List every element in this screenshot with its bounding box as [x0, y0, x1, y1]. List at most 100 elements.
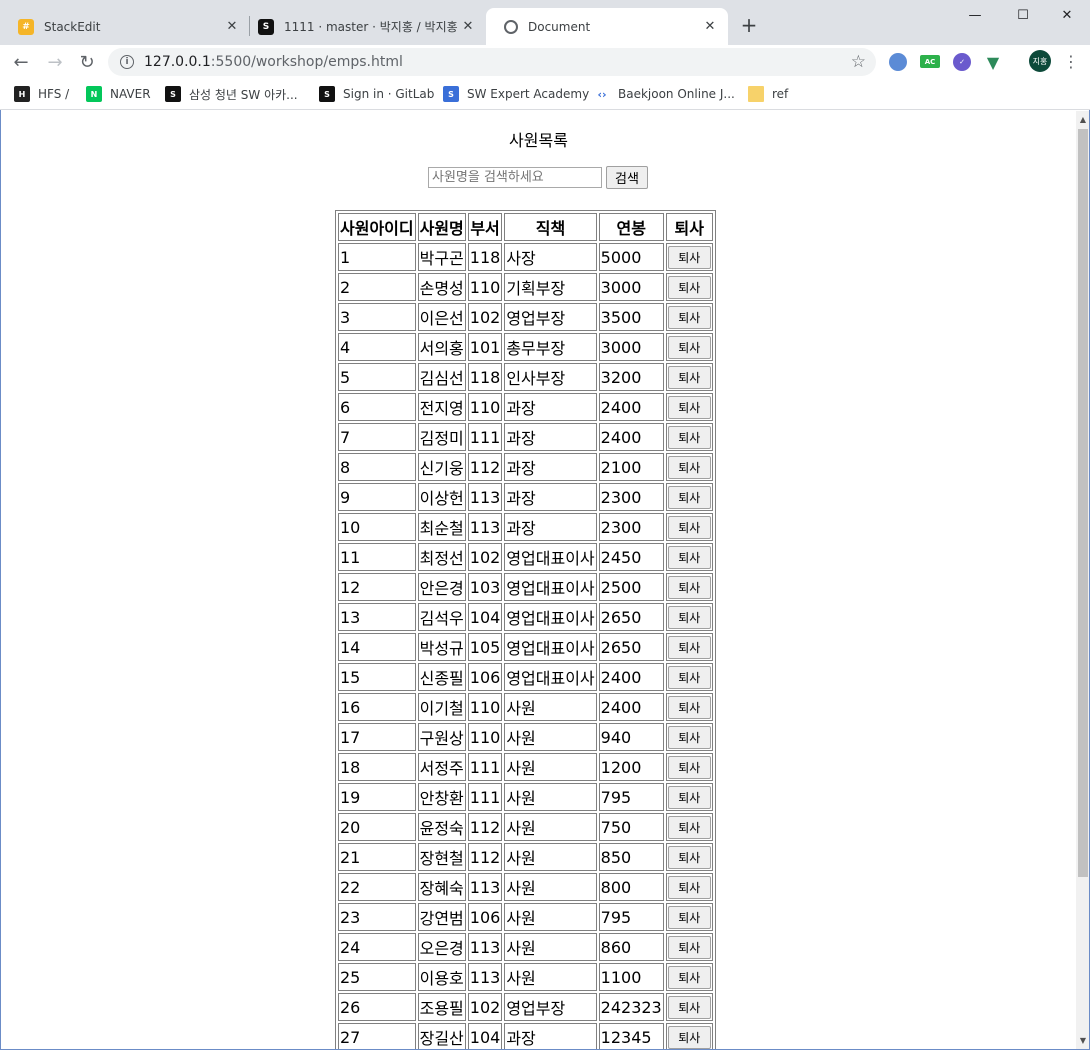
- bookmark-baekjoon[interactable]: ‹› Baekjoon Online J...: [594, 84, 734, 104]
- tab-document[interactable]: Document ✕: [486, 8, 728, 45]
- retire-button[interactable]: 퇴사: [667, 545, 711, 569]
- cell-position: 기획부장: [504, 273, 597, 301]
- cell-salary: 2450: [598, 543, 664, 571]
- retire-button[interactable]: 퇴사: [667, 905, 711, 929]
- retire-button[interactable]: 퇴사: [667, 725, 711, 749]
- retire-button[interactable]: 퇴사: [667, 425, 711, 449]
- vue-devtools-icon[interactable]: ▼: [984, 53, 1002, 72]
- cell-dept: 103: [467, 573, 503, 601]
- forward-arrow-icon[interactable]: →: [42, 49, 68, 75]
- cell-position: 인사부장: [504, 363, 597, 391]
- profile-avatar[interactable]: 지홍: [1029, 50, 1051, 72]
- cell-salary: 3500: [598, 303, 664, 331]
- cell-dept: 112: [467, 813, 503, 841]
- cell-emp-id: 11: [338, 543, 416, 571]
- minimize-icon[interactable]: —: [952, 0, 998, 30]
- retire-button[interactable]: 퇴사: [667, 845, 711, 869]
- retire-button[interactable]: 퇴사: [667, 695, 711, 719]
- cell-position: 사원: [504, 693, 597, 721]
- retire-button[interactable]: 퇴사: [667, 365, 711, 389]
- cell-retire: 퇴사: [665, 633, 713, 661]
- retire-button[interactable]: 퇴사: [667, 965, 711, 989]
- bookmark-swea[interactable]: S SW Expert Academy: [443, 84, 589, 104]
- extension-check-icon[interactable]: ✓: [953, 53, 971, 71]
- extension-ac-icon[interactable]: AC: [920, 55, 940, 68]
- table-row: 9 이상헌 113 과장 2300 퇴사: [338, 483, 713, 511]
- close-icon[interactable]: ✕: [702, 19, 718, 35]
- cell-salary: 940: [598, 723, 664, 751]
- site-info-icon[interactable]: i: [120, 55, 134, 69]
- table-row: 14 박성규 105 영업대표이사 2650 퇴사: [338, 633, 713, 661]
- retire-button[interactable]: 퇴사: [667, 335, 711, 359]
- cell-salary: 2400: [598, 663, 664, 691]
- table-row: 8 신기웅 112 과장 2100 퇴사: [338, 453, 713, 481]
- cell-emp-id: 5: [338, 363, 416, 391]
- retire-button[interactable]: 퇴사: [667, 305, 711, 329]
- gitlab-icon: S: [258, 18, 274, 35]
- bookmark-ref[interactable]: ref: [748, 84, 788, 104]
- bookmark-hfs[interactable]: H HFS /: [14, 84, 69, 104]
- cell-salary: 2100: [598, 453, 664, 481]
- retire-button[interactable]: 퇴사: [667, 875, 711, 899]
- bookmark-samsung[interactable]: S 삼성 청년 SW 아카...: [165, 84, 298, 104]
- page-viewport: 사원목록 검색 사원아이디 사원명 부서 직책 연봉 퇴사 1박구곤118사장5…: [1, 111, 1076, 1049]
- cell-dept: 106: [467, 663, 503, 691]
- cell-salary: 850: [598, 843, 664, 871]
- close-icon[interactable]: ✕: [460, 19, 476, 35]
- tab-gitlab[interactable]: S 1111 · master · 박지홍 / 박지홍 ✕: [240, 8, 486, 45]
- retire-button[interactable]: 퇴사: [667, 485, 711, 509]
- cell-position: 영업부장: [504, 993, 597, 1021]
- cell-emp-id: 15: [338, 663, 416, 691]
- retire-button[interactable]: 퇴사: [667, 575, 711, 599]
- employee-table: 사원아이디 사원명 부서 직책 연봉 퇴사 1 박구곤 118 사장 5000 퇴사 2 손명…: [335, 210, 716, 1049]
- scroll-up-arrow-icon[interactable]: ▲: [1076, 111, 1090, 128]
- cell-position: 사원: [504, 723, 597, 751]
- cell-dept: 104: [467, 1023, 503, 1049]
- table-row: 21 장현철 112 사원 850 퇴사: [338, 843, 713, 871]
- table-row: 10 최순철 113 과장 2300 퇴사: [338, 513, 713, 541]
- retire-button[interactable]: 퇴사: [667, 605, 711, 629]
- retire-button[interactable]: 퇴사: [667, 995, 711, 1019]
- menu-kebab-icon[interactable]: ⋮: [1062, 51, 1080, 73]
- retire-button[interactable]: 퇴사: [667, 455, 711, 479]
- retire-button[interactable]: 퇴사: [667, 755, 711, 779]
- retire-button[interactable]: 퇴사: [667, 275, 711, 299]
- cell-dept: 118: [467, 243, 503, 271]
- retire-button[interactable]: 퇴사: [667, 665, 711, 689]
- cell-emp-name: 이기철: [417, 693, 466, 721]
- cell-emp-name: 박성규: [417, 633, 466, 661]
- retire-button[interactable]: 퇴사: [667, 815, 711, 839]
- scrollbar-thumb[interactable]: [1078, 129, 1088, 877]
- vertical-scrollbar[interactable]: ▲ ▼: [1076, 111, 1090, 1049]
- window-close-icon[interactable]: ✕: [1044, 0, 1090, 30]
- samsung-icon: S: [165, 86, 181, 102]
- bookmark-gitlab[interactable]: S Sign in · GitLab: [319, 84, 434, 104]
- retire-button[interactable]: 퇴사: [667, 935, 711, 959]
- search-input[interactable]: [428, 167, 602, 188]
- bookmark-star-icon[interactable]: ☆: [851, 52, 866, 72]
- reload-icon[interactable]: ↻: [74, 49, 100, 75]
- maximize-icon[interactable]: ☐: [1000, 0, 1046, 30]
- retire-button[interactable]: 퇴사: [667, 245, 711, 269]
- search-button[interactable]: 검색: [606, 166, 648, 189]
- extension-1-icon[interactable]: [889, 53, 907, 71]
- back-arrow-icon[interactable]: ←: [8, 49, 34, 75]
- address-bar[interactable]: i 127.0.0.1:5500/workshop/emps.html ☆: [108, 48, 876, 76]
- cell-salary: 2500: [598, 573, 664, 601]
- tab-stackedit[interactable]: # StackEdit ✕: [0, 8, 250, 45]
- retire-button[interactable]: 퇴사: [667, 1025, 711, 1049]
- retire-button[interactable]: 퇴사: [667, 785, 711, 809]
- bookmark-naver[interactable]: N NAVER: [86, 84, 151, 104]
- cell-emp-id: 26: [338, 993, 416, 1021]
- new-tab-button[interactable]: +: [738, 14, 760, 36]
- cell-emp-name: 신종필: [417, 663, 466, 691]
- retire-button[interactable]: 퇴사: [667, 515, 711, 539]
- tab-title: Document: [528, 19, 591, 34]
- close-icon[interactable]: ✕: [224, 19, 240, 35]
- retire-button[interactable]: 퇴사: [667, 395, 711, 419]
- cell-emp-name: 윤정숙: [417, 813, 466, 841]
- retire-button[interactable]: 퇴사: [667, 635, 711, 659]
- cell-salary: 3000: [598, 273, 664, 301]
- table-row: 2 손명성 110 기획부장 3000 퇴사: [338, 273, 713, 301]
- scroll-down-arrow-icon[interactable]: ▼: [1076, 1032, 1090, 1049]
